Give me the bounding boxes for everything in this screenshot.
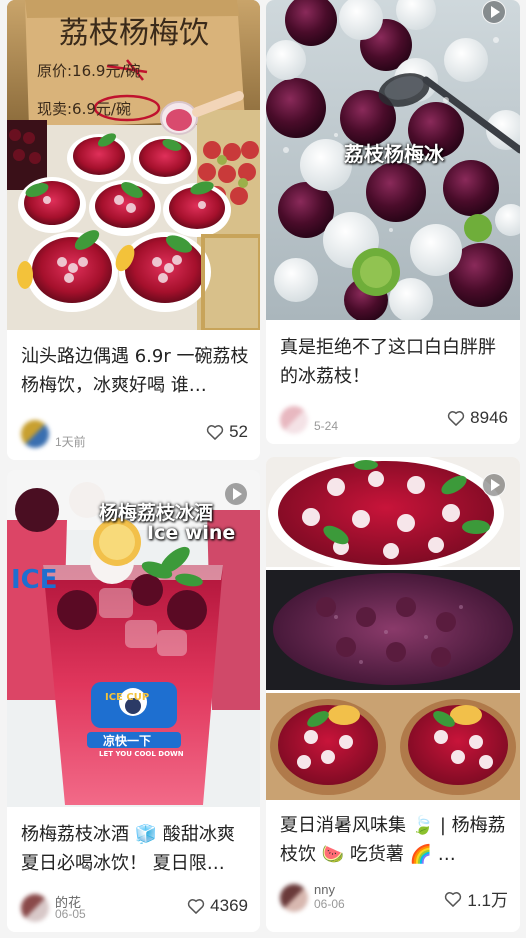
avatar[interactable] [280,884,308,912]
feed-card-2[interactable]: 荔枝杨梅冰 真是拒绝不了这口白白胖胖的冰荔枝！ 5-24 8946 [266,0,520,444]
cup-logo-text: ICE CUP [105,692,150,703]
avatar[interactable] [21,420,49,448]
cover-caption: 杨梅荔枝冰酒 [99,502,214,524]
author-name[interactable]: nny [314,882,335,897]
sign-sale-price: 现卖:6.9元/碗 [37,100,131,118]
cover-caption-en: Ice wine [147,522,236,544]
card-1-cover-image[interactable]: 荔枝杨梅饮 原价:16.9元/碗 现卖:6.9元/碗 [7,0,260,330]
like-button[interactable]: 4369 [186,896,248,916]
play-icon [224,482,248,506]
card-1-footer: 1天前 52 [21,416,248,450]
card-4-footer: nny 06-06 1.1万 [280,880,508,914]
heart-outline-icon [206,425,224,440]
avatar[interactable] [21,894,49,922]
heart-outline-icon [187,899,205,914]
card-1-title[interactable]: 汕头路边偶遇 6.9r 一碗荔枝杨梅饮，冰爽好喝 谁… [21,342,250,400]
feed-card-4[interactable]: 夏日消暑风味集 🍃 | 杨梅荔枝饮 🍉 吃货薯 🌈 … nny 06-06 1.… [266,457,520,932]
like-count: 8946 [470,408,508,427]
card-3-cover-image[interactable]: ICE 杨梅荔枝冰酒 Ice wine ICE CUP 凉快一下 LET YOU… [7,470,260,807]
cup-slogan-en: LET YOU COOL DOWN [99,750,184,758]
post-date: 06-06 [314,897,345,911]
feed-card-3[interactable]: ICE 杨梅荔枝冰酒 Ice wine ICE CUP 凉快一下 LET YOU… [7,470,260,932]
card-4-title[interactable]: 夏日消暑风味集 🍃 | 杨梅荔枝饮 🍉 吃货薯 🌈 … [280,811,510,869]
post-date: 5-24 [314,419,339,433]
cup-slogan: 凉快一下 [103,734,152,748]
play-icon [482,0,506,24]
sign-title: 荔枝杨梅饮 [59,16,209,51]
sign-original-price: 原价:16.9元/碗 [37,62,141,80]
like-button[interactable]: 8946 [446,408,508,428]
svg-text:ICE: ICE [11,565,58,595]
like-count: 52 [229,422,248,441]
like-button[interactable]: 52 [205,422,248,442]
card-2-cover-image[interactable]: 荔枝杨梅冰 [266,0,520,320]
heart-outline-icon [445,891,462,907]
card-2-title[interactable]: 真是拒绝不了这口白白胖胖的冰荔枝！ [280,333,510,391]
like-count: 4369 [210,896,248,915]
card-3-title[interactable]: 杨梅荔枝冰酒 🧊 酸甜冰爽 夏日必喝冰饮！ 夏日限… [21,820,250,878]
post-date: 06-05 [55,907,86,921]
cover-caption: 荔枝杨梅冰 [344,142,444,166]
post-date: 1天前 [55,435,86,449]
card-4-cover-image[interactable] [266,457,520,800]
play-icon [482,473,506,497]
heart-outline-icon [447,411,465,426]
card-3-footer: 的花 06-05 4369 [21,890,248,924]
avatar[interactable] [280,406,308,434]
feed-card-1[interactable]: 荔枝杨梅饮 原价:16.9元/碗 现卖:6.9元/碗 汕头路边偶遇 6.9r 一… [7,0,260,460]
like-count: 1.1万 [467,891,508,910]
card-2-footer: 5-24 8946 [280,402,508,436]
like-button[interactable]: 1.1万 [443,886,508,911]
